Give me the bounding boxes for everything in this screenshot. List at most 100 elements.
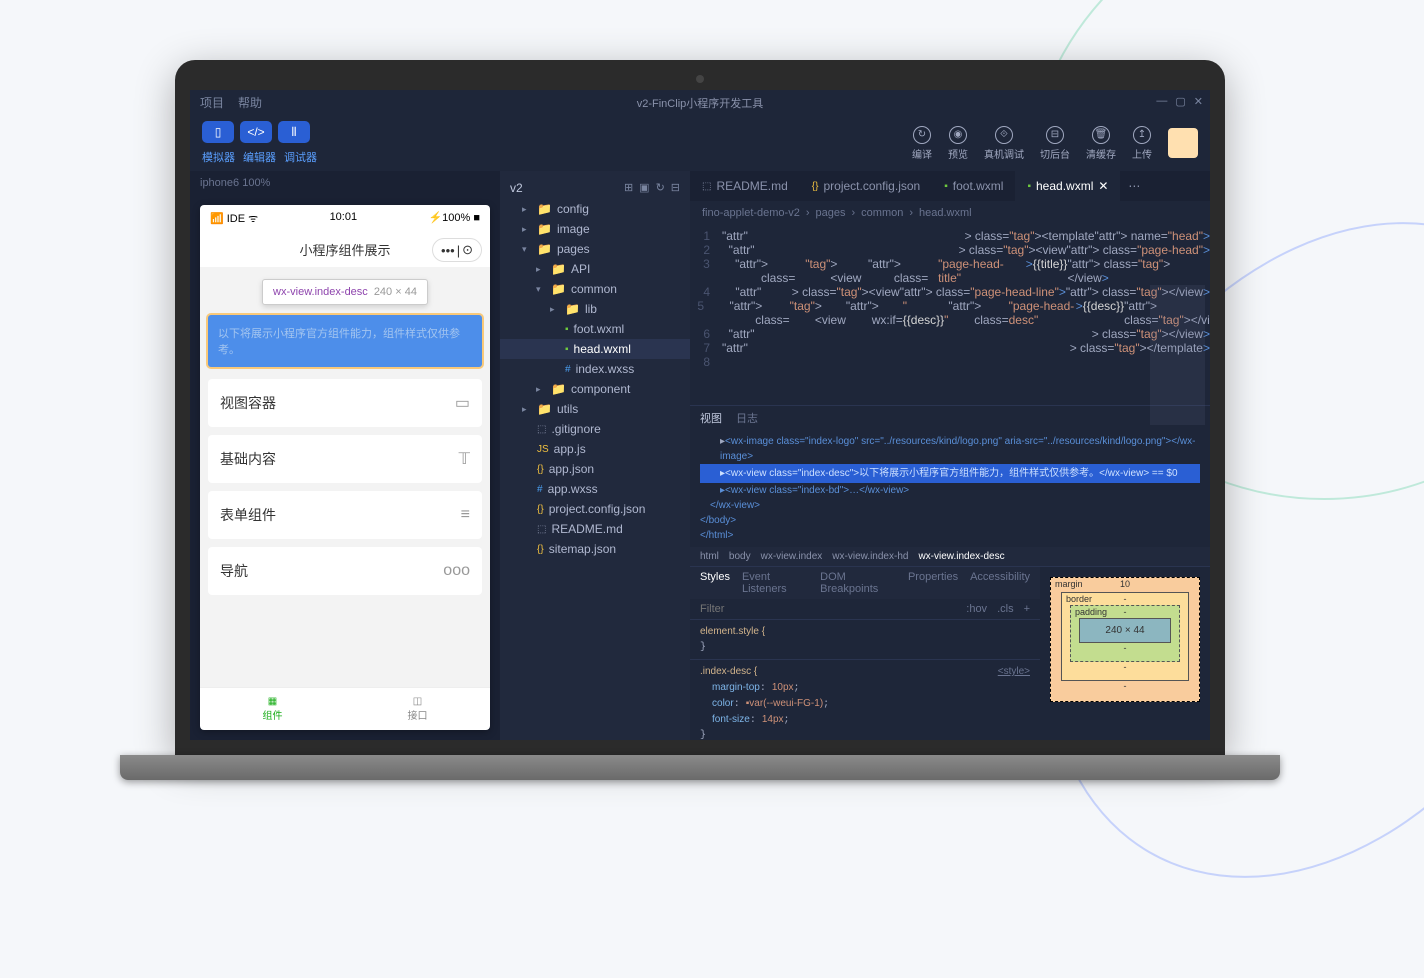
laptop-frame: 项目 帮助 v2-FinClip小程序开发工具 — ▢ ✕ ▯ </> ⫴ 模拟… [175, 60, 1225, 780]
dom-tab-view[interactable]: 视图 [700, 410, 722, 426]
menu-help[interactable]: 帮助 [238, 94, 262, 111]
list-item[interactable]: 表单组件≡ [208, 491, 482, 539]
tree-item-component[interactable]: ▸📁component [500, 379, 690, 399]
cls-toggle[interactable]: .cls [997, 603, 1014, 615]
dots-icon: ooo [443, 562, 470, 580]
close-tab-icon[interactable]: ✕ [1098, 179, 1108, 193]
tab-api[interactable]: ◫接口 [345, 688, 490, 730]
tree-item--gitignore[interactable]: ⬚.gitignore [500, 419, 690, 439]
highlighted-element[interactable]: 以下将展示小程序官方组件能力，组件样式仅供参考。 [208, 315, 482, 367]
tab-head[interactable]: ▪head.wxml✕ [1015, 171, 1120, 201]
tab-components[interactable]: ▦组件 [200, 688, 345, 730]
page-title: 小程序组件展示 [299, 243, 390, 258]
battery-icon: ⚡100% ■ [428, 211, 480, 226]
dom-tab-log[interactable]: 日志 [736, 410, 758, 426]
list-item[interactable]: 基础内容𝕋 [208, 435, 482, 483]
tree-item-config[interactable]: ▸📁config [500, 199, 690, 219]
container-icon: ▭ [455, 393, 470, 413]
phone-preview: 📶 IDE ᯤ 10:01 ⚡100% ■ 小程序组件展示 •••|⊙ wx-v… [200, 205, 490, 730]
new-file-icon[interactable]: ⊞ [624, 181, 633, 195]
minimap[interactable] [1150, 285, 1205, 425]
upload-button[interactable]: ↥上传 [1132, 126, 1152, 161]
inspector-tooltip: wx-view.index-desc 240 × 44 [262, 279, 428, 305]
mode-simulator-button[interactable]: ▯ [202, 121, 234, 143]
avatar[interactable] [1168, 128, 1198, 158]
box-model: margin 10 border - padding - 240 × 44 [1040, 567, 1210, 740]
devtools-panel: Styles Event Listeners DOM Breakpoints P… [690, 566, 1210, 740]
tree-item-app-json[interactable]: {}app.json [500, 459, 690, 479]
list-icon: ≡ [461, 506, 470, 524]
tree-item-pages[interactable]: ▾📁pages [500, 239, 690, 259]
explorer-root[interactable]: v2 [510, 181, 523, 195]
toolbar: ▯ </> ⫴ 模拟器 编辑器 调试器 ↻编译 ◉预览 ⟐真机调试 ⊟切后台 [190, 115, 1210, 171]
style-rule[interactable]: <style> .index-desc { margin-top: 10px; … [690, 659, 1040, 740]
tree-item-index-wxss[interactable]: #index.wxss [500, 359, 690, 379]
styles-tab[interactable]: Styles [700, 571, 730, 595]
api-icon: ◫ [353, 696, 482, 707]
hov-toggle[interactable]: :hov [966, 603, 987, 615]
tab-overflow[interactable]: ⋯ [1120, 171, 1148, 201]
text-icon: 𝕋 [459, 449, 470, 469]
tree-item-foot-wxml[interactable]: ▪foot.wxml [500, 319, 690, 339]
clear-cache-button[interactable]: 🗑清缓存 [1086, 126, 1116, 161]
listeners-tab[interactable]: Event Listeners [742, 571, 808, 595]
tab-foot[interactable]: ▪foot.wxml [932, 171, 1015, 201]
tab-config[interactable]: {}project.config.json [800, 171, 932, 201]
add-rule-icon[interactable]: + [1024, 603, 1030, 615]
breadcrumb: fino-applet-demo-v2› pages› common› head… [690, 201, 1210, 225]
ide-window: 项目 帮助 v2-FinClip小程序开发工具 — ▢ ✕ ▯ </> ⫴ 模拟… [190, 90, 1210, 740]
refresh-icon[interactable]: ↻ [656, 181, 665, 195]
grid-icon: ▦ [208, 696, 337, 707]
tree-item-utils[interactable]: ▸📁utils [500, 399, 690, 419]
breakpoints-tab[interactable]: DOM Breakpoints [820, 571, 896, 595]
tree-item-README-md[interactable]: ⬚README.md [500, 519, 690, 539]
tab-readme[interactable]: ⬚README.md [690, 171, 800, 201]
mode-editor-label: 编辑器 [243, 149, 276, 165]
list-item[interactable]: 视图容器▭ [208, 379, 482, 427]
simulator-panel: iphone6 100% 📶 IDE ᯤ 10:01 ⚡100% ■ 小程序组件… [190, 171, 500, 740]
tree-item-API[interactable]: ▸📁API [500, 259, 690, 279]
code-editor[interactable]: 1"attr"> class="tag"><template"attr"> na… [690, 225, 1210, 405]
editor-tabs: ⬚README.md {}project.config.json ▪foot.w… [690, 171, 1210, 201]
window-controls: — ▢ ✕ [1156, 95, 1203, 108]
mode-debugger-button[interactable]: ⫴ [278, 121, 310, 143]
mode-debugger-label: 调试器 [284, 149, 317, 165]
dom-tree[interactable]: ▸<wx-image class="index-logo" src="../re… [690, 430, 1210, 547]
new-folder-icon[interactable]: ▣ [639, 181, 649, 195]
compile-button[interactable]: ↻编译 [912, 126, 932, 161]
camera-dot [696, 75, 704, 83]
device-status: iphone6 100% [190, 171, 500, 195]
tree-item-common[interactable]: ▾📁common [500, 279, 690, 299]
tree-item-project-config-json[interactable]: {}project.config.json [500, 499, 690, 519]
element-style-block[interactable]: element.style {} [690, 619, 1040, 659]
capsule-button[interactable]: •••|⊙ [432, 238, 482, 262]
signal-icon: 📶 IDE ᯤ [210, 211, 258, 226]
editor-column: ⬚README.md {}project.config.json ▪foot.w… [690, 171, 1210, 740]
tree-item-lib[interactable]: ▸📁lib [500, 299, 690, 319]
close-icon[interactable]: ✕ [1194, 95, 1203, 108]
laptop-base [120, 755, 1280, 780]
mode-editor-button[interactable]: </> [240, 121, 272, 143]
tree-item-app-js[interactable]: JSapp.js [500, 439, 690, 459]
styles-filter-input[interactable] [700, 603, 956, 615]
menu-project[interactable]: 项目 [200, 94, 224, 111]
collapse-icon[interactable]: ⊟ [671, 181, 680, 195]
list-item[interactable]: 导航ooo [208, 547, 482, 595]
window-title: v2-FinClip小程序开发工具 [637, 95, 764, 111]
minimize-icon[interactable]: — [1156, 95, 1167, 108]
properties-tab[interactable]: Properties [908, 571, 958, 595]
dom-breadcrumb: html body wx-view.index wx-view.index-hd… [690, 547, 1210, 566]
tree-item-app-wxss[interactable]: #app.wxss [500, 479, 690, 499]
background-button[interactable]: ⊟切后台 [1040, 126, 1070, 161]
file-explorer: v2 ⊞ ▣ ↻ ⊟ ▸📁config▸📁image▾📁pages▸📁API▾📁… [500, 171, 690, 740]
preview-button[interactable]: ◉预览 [948, 126, 968, 161]
accessibility-tab[interactable]: Accessibility [970, 571, 1030, 595]
status-time: 10:01 [330, 211, 358, 226]
maximize-icon[interactable]: ▢ [1175, 95, 1185, 108]
tree-item-head-wxml[interactable]: ▪head.wxml [500, 339, 690, 359]
dom-inspector: 视图 日志 ▸<wx-image class="index-logo" src=… [690, 405, 1210, 566]
tree-item-image[interactable]: ▸📁image [500, 219, 690, 239]
mode-simulator-label: 模拟器 [202, 149, 235, 165]
remote-debug-button[interactable]: ⟐真机调试 [984, 126, 1024, 161]
tree-item-sitemap-json[interactable]: {}sitemap.json [500, 539, 690, 559]
